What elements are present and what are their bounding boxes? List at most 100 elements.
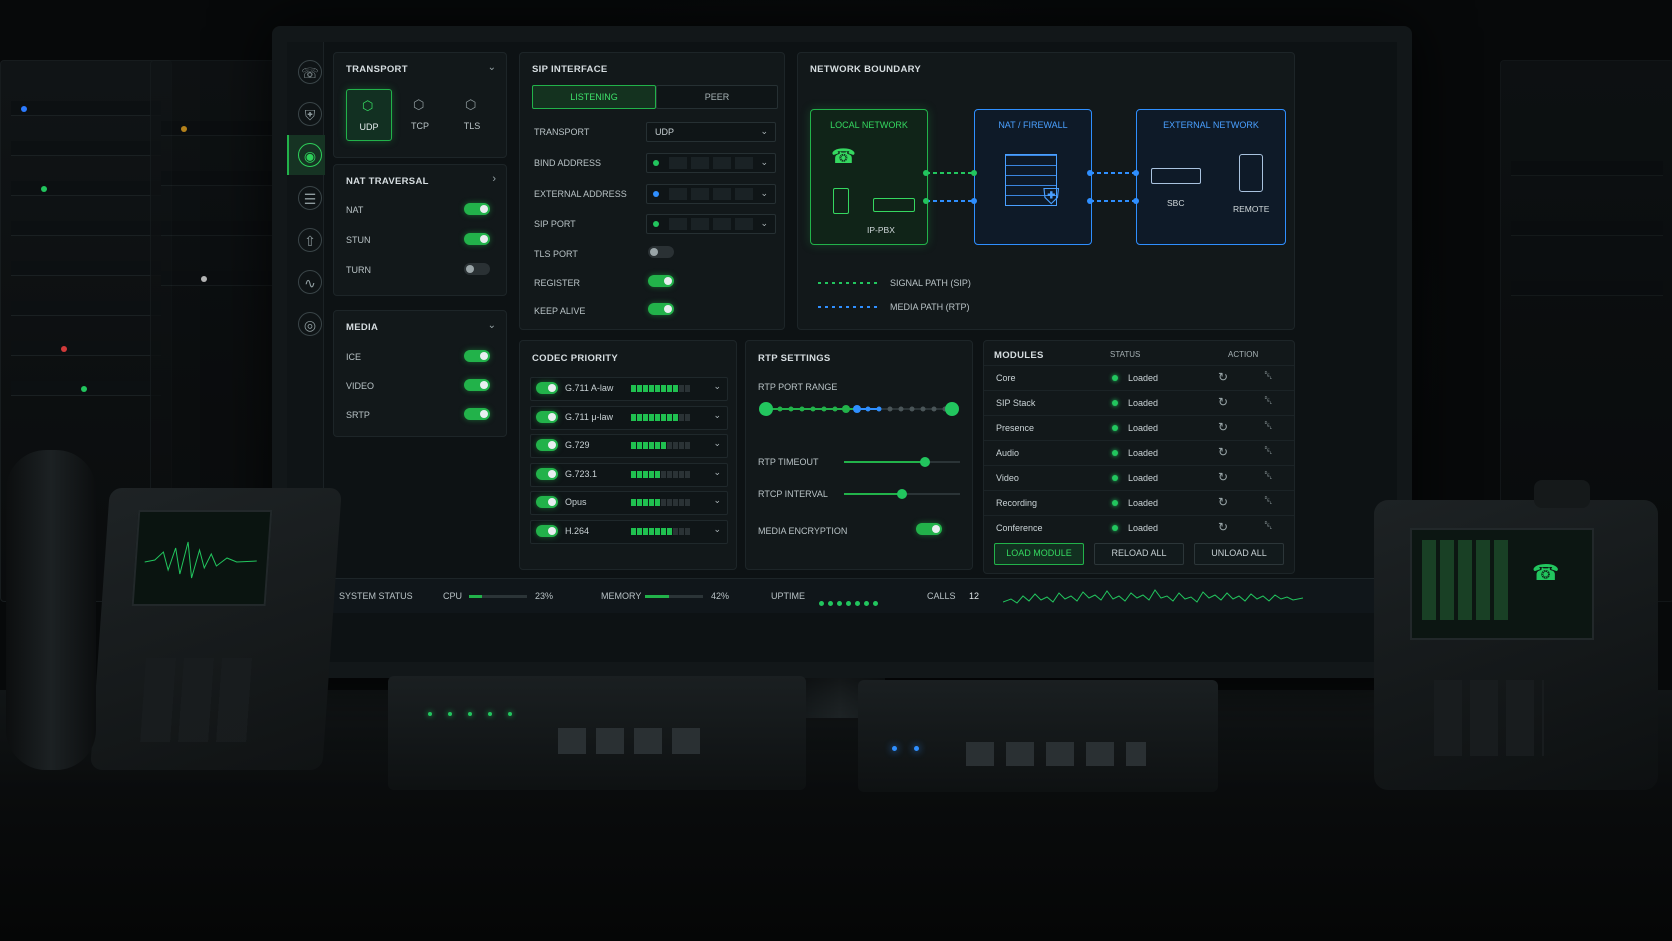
- codec-enable-toggle[interactable]: [536, 496, 558, 508]
- media-ice-toggle[interactable]: [464, 350, 490, 362]
- nat-firewall-box[interactable]: NAT / FIREWALL ⛨: [974, 109, 1092, 245]
- nat-traversal-title: NAT TRAVERSAL: [346, 176, 429, 187]
- rtcp-interval-slider[interactable]: [844, 489, 960, 499]
- rtp-timeout-label: RTP TIMEOUT: [758, 457, 819, 467]
- codec-enable-toggle[interactable]: [536, 467, 558, 480]
- network-switch-left: [388, 676, 806, 790]
- transport-protocol-icon: ⬡: [413, 97, 425, 112]
- media-video-toggle[interactable]: [464, 379, 490, 391]
- codec-enable-toggle[interactable]: [536, 382, 558, 394]
- reload-icon[interactable]: ↻: [1218, 420, 1228, 434]
- trash-icon[interactable]: ␡: [1264, 420, 1273, 433]
- sidebar-chart-icon[interactable]: ∿: [298, 270, 322, 294]
- action-column-header: ACTION: [1228, 350, 1259, 359]
- sidebar-phone-settings-icon[interactable]: ☏: [298, 60, 322, 84]
- sip-dashboard-screen: ☏ ⛨ ◉ ☰ ⇧ ∿ ◎ TRANSPORT ⌄ ⬡ UDP ⬡ TCP ⬡ TLS N…: [287, 42, 1397, 662]
- sidebar-target-icon[interactable]: ◎: [298, 312, 322, 336]
- sidebar-network-icon[interactable]: ◉: [298, 143, 322, 167]
- codec-row[interactable]: G.711 μ-law ⌄: [530, 405, 728, 430]
- reload-icon[interactable]: ↻: [1218, 520, 1228, 534]
- chevron-down-icon[interactable]: ⌄: [713, 495, 721, 506]
- video-phone-camera: [1534, 480, 1590, 508]
- reload-icon[interactable]: ↻: [1218, 445, 1228, 459]
- external-network-box[interactable]: EXTERNAL NETWORK SBC REMOTE: [1136, 109, 1286, 245]
- sidebar-shield-icon[interactable]: ⛨: [298, 102, 322, 126]
- uptime-label: UPTIME: [771, 591, 806, 601]
- module-status: Loaded: [1128, 473, 1159, 483]
- chevron-right-icon[interactable]: ›: [492, 173, 496, 185]
- bind-address-field[interactable]: ⌄: [646, 153, 776, 173]
- rtp-settings-panel: RTP SETTINGS RTP PORT RANGE RTP TIMEOUT …: [745, 340, 973, 570]
- reload-icon[interactable]: ↻: [1218, 470, 1228, 484]
- nat-stun-toggle[interactable]: [464, 233, 490, 245]
- mobile-device-icon: [833, 188, 849, 214]
- transport-option-udp[interactable]: ⬡ UDP: [346, 89, 392, 141]
- cpu-value: 23%: [535, 591, 554, 601]
- nat-item-label: TURN: [346, 265, 371, 275]
- transport-protocol-icon: ⬡: [465, 97, 477, 112]
- codec-priority-bars: [631, 442, 691, 449]
- trash-icon[interactable]: ␡: [1264, 495, 1273, 508]
- sip-port-field[interactable]: ⌄: [646, 214, 776, 234]
- reload-icon[interactable]: ↻: [1218, 495, 1228, 509]
- media-encryption-toggle[interactable]: [916, 523, 942, 535]
- codec-enable-toggle[interactable]: [536, 410, 558, 423]
- codec-enable-toggle[interactable]: [536, 524, 558, 537]
- chevron-down-icon[interactable]: ⌄: [713, 381, 721, 392]
- chevron-down-icon[interactable]: ⌄: [713, 410, 721, 421]
- nat-turn-toggle[interactable]: [464, 263, 490, 275]
- codec-row[interactable]: Opus ⌄: [530, 491, 728, 515]
- calls-value: 12: [969, 591, 980, 601]
- media-srtp-toggle[interactable]: [464, 408, 490, 420]
- rtp-timeout-slider[interactable]: [844, 457, 960, 467]
- trash-icon[interactable]: ␡: [1264, 370, 1273, 383]
- transport-option-label: TLS: [463, 121, 481, 131]
- rtp-port-range-slider[interactable]: [756, 399, 966, 419]
- ip-desk-phone: [90, 488, 342, 770]
- reload-all-button[interactable]: RELOAD ALL: [1094, 543, 1184, 565]
- range-end-handle: [945, 402, 959, 416]
- chevron-down-icon[interactable]: ⌄: [488, 320, 496, 331]
- keep-alive-toggle[interactable]: [648, 303, 674, 315]
- external-address-field[interactable]: ⌄: [646, 184, 776, 204]
- chevron-down-icon[interactable]: ⌄: [713, 438, 721, 449]
- trash-icon[interactable]: ␡: [1264, 520, 1273, 533]
- trash-icon[interactable]: ␡: [1264, 445, 1273, 458]
- tls-port-toggle[interactable]: [648, 246, 674, 258]
- transport-option-tcp[interactable]: ⬡ TCP: [398, 89, 442, 139]
- chevron-down-icon[interactable]: ⌄: [713, 467, 721, 478]
- reload-icon[interactable]: ↻: [1218, 395, 1228, 409]
- trash-icon[interactable]: ␡: [1264, 470, 1273, 483]
- nat-item-label: STUN: [346, 235, 371, 245]
- codec-row[interactable]: G.723.1 ⌄: [530, 462, 728, 487]
- unload-all-button[interactable]: UNLOAD ALL: [1194, 543, 1284, 565]
- transport-option-tls[interactable]: ⬡ TLS: [450, 89, 494, 139]
- range-tick: [821, 406, 827, 412]
- register-toggle[interactable]: [648, 275, 674, 287]
- tab-peer[interactable]: PEER: [656, 85, 778, 109]
- media-item-label: SRTP: [346, 410, 370, 420]
- calls-label: CALLS: [927, 591, 956, 601]
- tab-listening[interactable]: LISTENING: [532, 85, 656, 109]
- shield-icon: ⛨: [1043, 184, 1060, 209]
- status-column-header: STATUS: [1110, 350, 1141, 359]
- load-module-button[interactable]: LOAD MODULE: [994, 543, 1084, 565]
- codec-row[interactable]: G.729 ⌄: [530, 434, 728, 458]
- local-network-box[interactable]: LOCAL NETWORK ☎ IP-PBX: [810, 109, 928, 245]
- sbc-device-icon: [1151, 168, 1201, 184]
- codec-enable-toggle[interactable]: [536, 439, 558, 451]
- status-dot: [653, 191, 659, 197]
- local-network-label: LOCAL NETWORK: [830, 120, 908, 130]
- chevron-down-icon[interactable]: ⌄: [488, 62, 496, 73]
- codec-row[interactable]: G.711 A-law ⌄: [530, 377, 728, 401]
- transport-select[interactable]: UDP ⌄: [646, 122, 776, 142]
- sidebar-list-icon[interactable]: ☰: [298, 186, 322, 210]
- cpu-label: CPU: [443, 591, 463, 601]
- nat-nat-toggle[interactable]: [464, 203, 490, 215]
- codec-priority-bars: [631, 527, 691, 535]
- trash-icon[interactable]: ␡: [1264, 395, 1273, 408]
- codec-row[interactable]: H.264 ⌄: [530, 519, 728, 544]
- reload-icon[interactable]: ↻: [1218, 370, 1228, 384]
- chevron-down-icon[interactable]: ⌄: [713, 524, 721, 535]
- sidebar-upload-icon[interactable]: ⇧: [298, 228, 322, 252]
